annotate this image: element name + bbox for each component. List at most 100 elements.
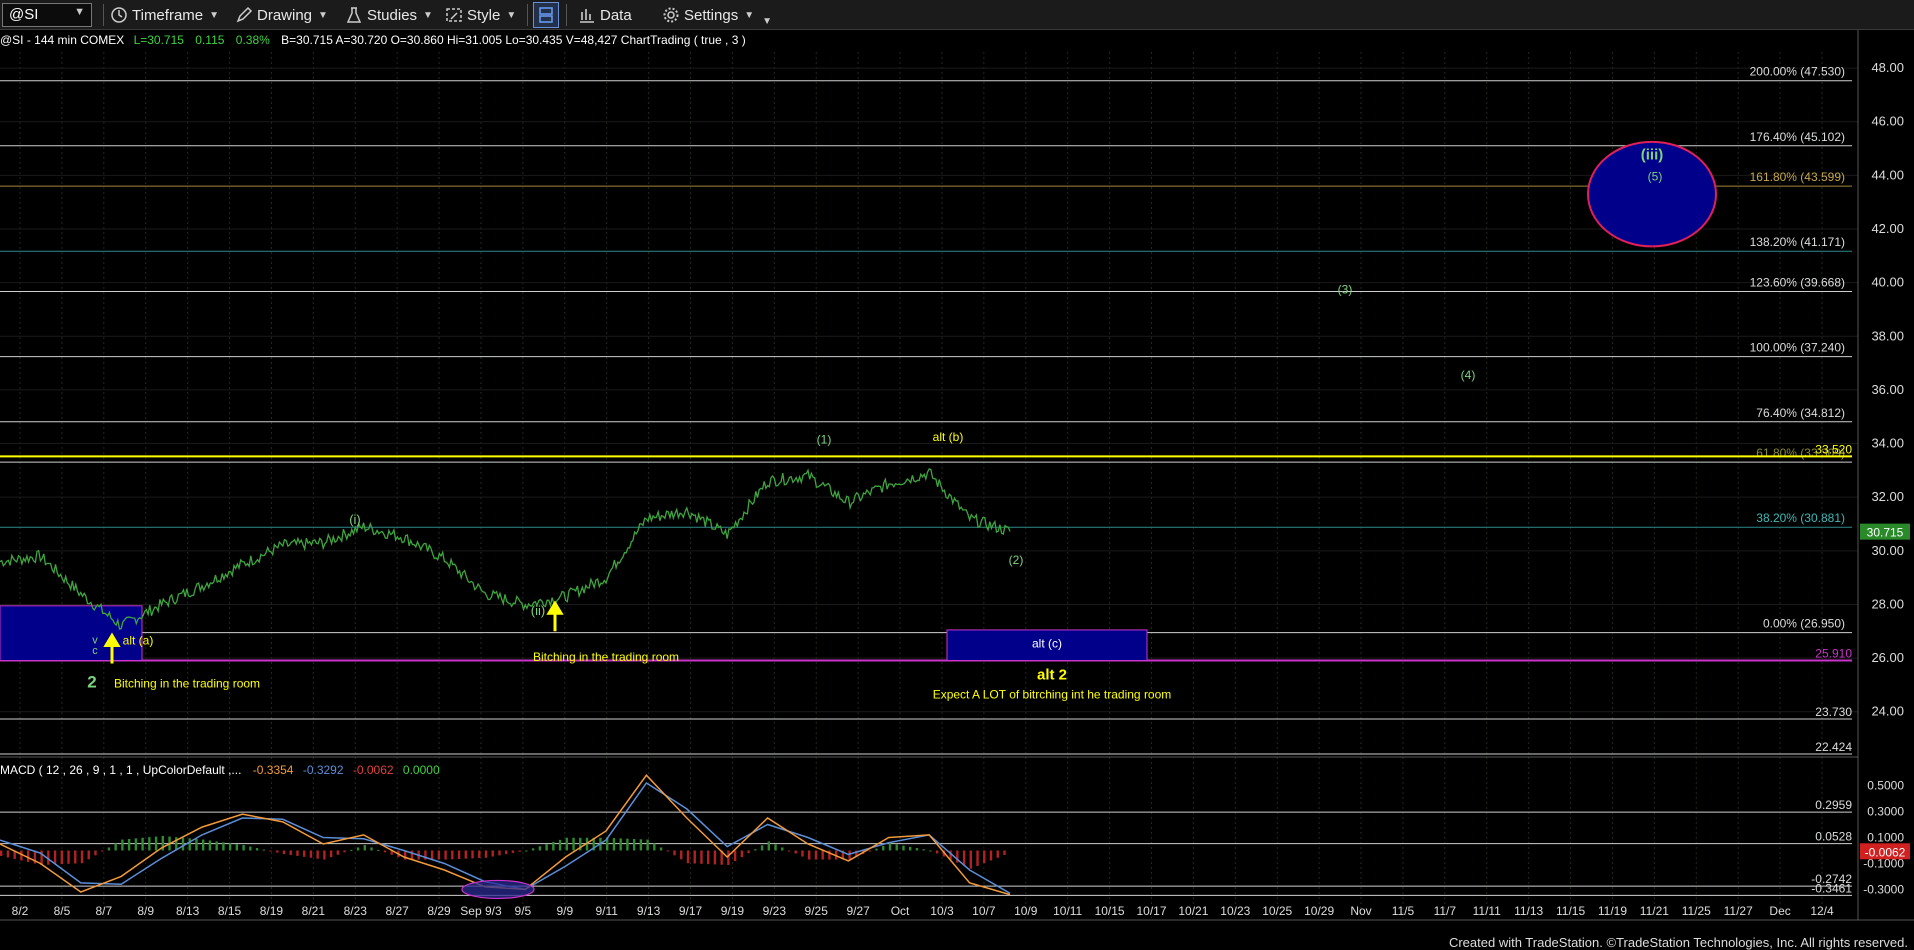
x-tick-label: 8/13: [176, 904, 200, 918]
macd-level-label: 0.0528: [1815, 830, 1852, 844]
horizontal-level-label: 22.424: [1815, 740, 1852, 754]
y-tick-label: 42.00: [1871, 221, 1904, 236]
x-tick-label: 9/11: [595, 904, 618, 918]
fib-level-label: 138.20% (41.171): [1750, 235, 1845, 249]
chevron-down-icon: ▼: [744, 9, 755, 21]
studies-menu[interactable]: Studies ▼: [345, 4, 433, 26]
timeframe-menu[interactable]: Timeframe ▼: [110, 4, 219, 26]
macd-histogram-bar: [646, 839, 649, 851]
macd-histogram-bar: [296, 850, 299, 856]
macd-histogram-bar: [60, 850, 63, 865]
macd-histogram-bar: [922, 849, 925, 851]
macd-histogram-bar: [505, 850, 508, 855]
data-menu[interactable]: Data: [578, 4, 632, 26]
expect-note-label: Expect A LOT of bitrching int he trading…: [933, 687, 1172, 701]
x-tick-label: 8/5: [54, 904, 71, 918]
wave-ii-label: (ii): [531, 603, 545, 618]
macd-histogram-bar: [868, 850, 871, 852]
macd-histogram-bar: [760, 845, 764, 851]
x-tick-label: 8/29: [427, 904, 451, 918]
macd-histogram-bar: [350, 849, 353, 851]
layout-icon: [539, 7, 553, 23]
x-tick-label: 10/23: [1220, 904, 1250, 918]
macd-histogram-bar: [430, 850, 434, 860]
macd-histogram-bar: [208, 840, 212, 851]
macd-y-tick-label: 0.3000: [1867, 805, 1904, 819]
x-tick-label: 11/15: [1556, 904, 1585, 918]
macd-histogram-bar: [626, 838, 629, 851]
macd-histogram-bar: [67, 850, 70, 864]
macd-histogram-bar: [659, 847, 663, 851]
macd-histogram-bar: [713, 850, 717, 865]
macd-histogram-bar: [747, 850, 750, 854]
chevron-down-icon[interactable]: ▼: [74, 6, 85, 18]
x-tick-label: 8/15: [218, 904, 242, 918]
pencil-icon: [236, 6, 253, 23]
macd-highlight-ellipse: [461, 879, 535, 900]
macd-histogram-bar: [996, 850, 999, 858]
macd-histogram-bar: [282, 850, 286, 855]
macd-histogram-bar: [915, 848, 919, 851]
alt-a-target-box: [0, 605, 143, 662]
macd-histogram-bar: [303, 850, 306, 857]
x-tick-label: 9/25: [805, 904, 829, 918]
x-tick-label: 8/19: [260, 904, 284, 918]
macd-histogram-bar: [767, 841, 770, 851]
macd-histogram-bar: [882, 845, 885, 851]
macd-histogram-bar: [471, 850, 474, 859]
macd-histogram-bar: [0, 850, 3, 856]
header-pct: 0.38%: [236, 33, 270, 47]
x-tick-label: 10/9: [1014, 904, 1038, 918]
macd-histogram-bar: [457, 850, 461, 859]
macd-histogram-bar: [983, 850, 986, 864]
wave-5-label: (5): [1648, 170, 1663, 184]
macd-histogram-bar: [87, 850, 90, 860]
fib-level-label: 176.40% (45.102): [1750, 130, 1845, 144]
macd-histogram-bar: [801, 850, 804, 857]
flask-icon: [346, 7, 362, 23]
horizontal-level-label: 25.910: [1815, 647, 1852, 661]
settings-menu[interactable]: Settings ▼ ▼: [662, 4, 772, 27]
x-tick-label: 11/19: [1598, 904, 1627, 918]
y-tick-label: 38.00: [1871, 328, 1904, 343]
macd-histogram-bar: [377, 849, 380, 851]
macd-histogram-bar: [464, 850, 467, 859]
macd-histogram-bar: [525, 850, 528, 852]
macd-histogram-bar: [410, 850, 414, 860]
x-tick-label: 10/15: [1095, 904, 1125, 918]
x-tick-label: 12/4: [1810, 904, 1834, 918]
macd-histogram-bar: [545, 844, 548, 851]
macd-histogram-bar: [929, 850, 932, 852]
symbol-input[interactable]: @SI ▼: [2, 3, 92, 27]
header-symbol: @SI - 144 min COMEX: [0, 33, 124, 47]
macd-histogram-bar: [989, 850, 993, 861]
macd-histogram-bar: [552, 842, 555, 851]
y-tick-label: 36.00: [1871, 382, 1904, 397]
macd-histogram-bar: [121, 839, 124, 851]
alt-2-label: alt 2: [1037, 667, 1067, 684]
x-tick-label: 10/29: [1304, 904, 1334, 918]
macd-histogram-bar: [269, 850, 272, 852]
symbol-value: @SI: [9, 6, 39, 23]
style-menu[interactable]: Style ▼: [445, 4, 516, 26]
drawing-menu[interactable]: Drawing ▼: [235, 4, 328, 26]
y-tick-label: 34.00: [1871, 436, 1904, 451]
layout-toggle-button[interactable]: [533, 2, 559, 28]
wave-c-label: c: [92, 645, 98, 657]
macd-histogram-bar: [127, 838, 131, 851]
macd-histogram-bar: [733, 850, 737, 862]
wave-iii-label: (iii): [1641, 146, 1664, 163]
x-tick-label: 11/21: [1640, 904, 1669, 918]
toolbar-divider: [103, 4, 104, 26]
bar-chart-icon: [580, 9, 594, 23]
header-last: L=30.715: [134, 33, 185, 47]
chart-area[interactable]: 48.00 46.00 44.00 42.00 40.00 38.00 36.00 34.00…: [0, 30, 1914, 936]
macd-histogram-bar: [1003, 850, 1006, 856]
macd-histogram-bar: [774, 844, 777, 851]
macd-histogram-bar: [148, 837, 151, 851]
toolbar-divider: [527, 4, 528, 26]
macd-histogram-bar: [26, 850, 30, 862]
header-change: 0.115: [195, 33, 224, 47]
x-tick-label: 9/27: [846, 904, 870, 918]
macd-histogram-bar: [242, 845, 245, 851]
